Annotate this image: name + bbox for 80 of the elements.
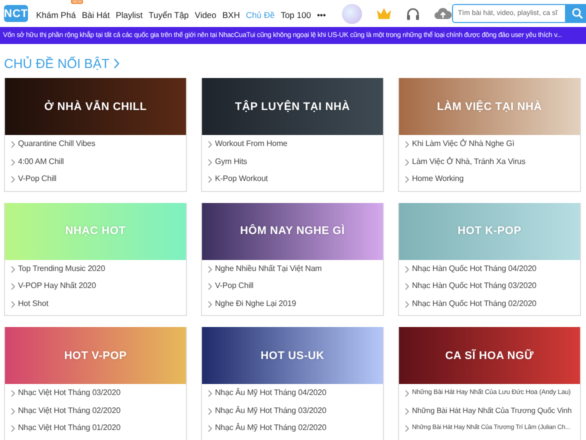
topic-item-link[interactable]: Nghe Đi Nghe Lại 2019 — [215, 298, 296, 310]
topic-title: Ở NHÀ VẪN CHILL — [44, 100, 147, 112]
chevron-right-icon — [405, 425, 409, 432]
nav-link[interactable]: Khám Phá — [36, 10, 76, 20]
chevron-right-icon — [11, 141, 15, 148]
nav-link[interactable]: Tuyển Tập — [148, 10, 189, 20]
topic-item-link[interactable]: Làm Việc Ở Nhà, Tránh Xa Virus — [412, 156, 526, 168]
chevron-right-icon — [405, 283, 409, 290]
chevron-right-icon — [208, 158, 212, 166]
topic-banner[interactable]: HÔM NAY NGHE GÌ — [202, 202, 383, 260]
nav-link[interactable]: Bài Hát — [82, 10, 110, 20]
topic-banner[interactable]: CA SĨ HOA NGỮ — [399, 327, 580, 384]
chevron-right-icon — [11, 266, 15, 272]
topic-item-link[interactable]: Nhạc Việt Hot Tháng 02/2020 — [18, 404, 120, 416]
topic-item-link[interactable]: Nghe Nhiều Nhất Tại Việt Nam — [215, 262, 322, 274]
chevron-right-icon — [208, 283, 212, 290]
chevron-right-icon — [11, 283, 15, 290]
crown-icon[interactable] — [376, 7, 392, 20]
topic-banner[interactable]: HOT US-UK — [202, 327, 383, 384]
headphones-icon[interactable] — [406, 7, 420, 20]
chevron-right-icon — [11, 425, 15, 432]
topic-title: TẬP LUYỆN TẠI NHÀ — [235, 100, 350, 112]
topic-item-link[interactable]: Nhạc Hàn Quốc Hot Tháng 02/2020 — [412, 298, 536, 310]
chevron-right-icon — [405, 158, 409, 166]
chevron-right-icon — [405, 266, 409, 272]
topic-title: HOT K-POP — [458, 225, 522, 237]
topic-item-link[interactable]: V-Pop Chill — [215, 280, 254, 292]
topic-item-link[interactable]: Quarantine Chill Vibes — [18, 138, 96, 150]
chevron-right-icon — [208, 141, 212, 148]
topic-item-link[interactable]: V-POP Hay Nhất 2020 — [18, 280, 96, 292]
chevron-right-icon — [208, 425, 212, 432]
topic-title: HOT US-UK — [260, 350, 324, 362]
topic-title: CA SĨ HOA NGỮ — [445, 350, 534, 362]
topic-banner[interactable]: Ở NHÀ VẪN CHILL — [5, 78, 186, 135]
search-icon — [572, 8, 584, 19]
topic-item-link[interactable]: Nhạc Hàn Quốc Hot Tháng 04/2020 — [412, 262, 536, 274]
avatar[interactable] — [342, 4, 362, 24]
topic-item-link[interactable]: K-Pop Workout — [215, 173, 268, 185]
topic-item-link[interactable]: Workout From Home — [215, 138, 288, 150]
topic-item-link[interactable]: Khi Làm Việc Ở Nhà Nghe Gì — [412, 138, 514, 150]
chevron-right-icon — [208, 408, 212, 414]
topic-item-link[interactable]: Gym Hits — [215, 156, 248, 168]
chevron-right-icon[interactable] — [113, 58, 120, 68]
nav-link[interactable]: ••• — [316, 10, 326, 20]
cloud-upload-icon[interactable] — [434, 7, 452, 20]
topic-item-link[interactable]: Nhạc Hàn Quốc Hot Tháng 03/2020 — [412, 280, 536, 292]
chevron-right-icon — [208, 176, 212, 183]
topic-item-link[interactable]: 4:00 AM Chill — [18, 156, 64, 168]
topic-item-link[interactable]: Nhạc Âu Mỹ Hot Tháng 03/2020 — [215, 404, 326, 416]
topic-title: HÔM NAY NGHE GÌ — [240, 225, 345, 237]
nav-link[interactable]: Top 100 — [280, 10, 311, 20]
chevron-right-icon — [405, 408, 409, 414]
chevron-right-icon — [208, 266, 212, 272]
chevron-right-icon — [11, 176, 15, 183]
nav-link[interactable]: BXH — [222, 10, 240, 20]
topic-title: HOT V-POP — [64, 350, 127, 362]
chevron-right-icon — [405, 176, 409, 183]
chevron-right-icon — [208, 300, 212, 308]
nav-link[interactable]: Video — [194, 10, 216, 20]
topic-item-link[interactable]: V-Pop Chill — [18, 173, 56, 185]
topic-item-link[interactable]: Nhạc Âu Mỹ Hot Tháng 02/2020 — [215, 422, 326, 434]
topic-title: NHẠC HOT — [65, 225, 126, 237]
topic-item-link[interactable]: Nhạc Việt Hot Tháng 01/2020 — [18, 422, 120, 434]
search-button[interactable] — [564, 4, 586, 23]
chevron-right-icon — [405, 141, 409, 148]
topic-item-link[interactable]: Hot Shot — [18, 298, 48, 310]
topic-item-link[interactable]: Nhạc Âu Mỹ Hot Tháng 04/2020 — [215, 387, 326, 399]
chevron-right-icon — [405, 390, 409, 397]
nav-link[interactable]: Playlist — [116, 10, 143, 20]
topic-item-link[interactable]: Nhạc Việt Hot Tháng 03/2020 — [18, 387, 120, 399]
chevron-right-icon — [11, 408, 15, 414]
topic-item-link[interactable]: Home Working — [412, 173, 464, 185]
chevron-right-icon — [11, 390, 15, 397]
topic-item-link[interactable]: Top Trending Music 2020 — [18, 262, 106, 274]
chevron-right-icon — [405, 300, 409, 308]
topic-banner[interactable]: TẬP LUYỆN TẠI NHÀ — [202, 78, 383, 135]
topic-title: LÀM VIỆC TẠI NHÀ — [436, 100, 542, 112]
chevron-right-icon — [11, 158, 15, 166]
chevron-right-icon — [11, 300, 15, 308]
chevron-right-icon — [208, 390, 212, 397]
